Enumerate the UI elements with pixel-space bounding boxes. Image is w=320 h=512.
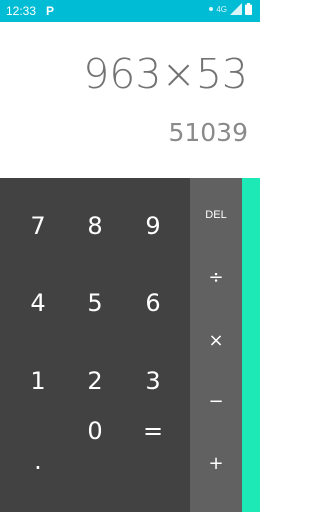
equals-button[interactable]: =: [124, 401, 182, 461]
digit-7-button[interactable]: 7: [9, 196, 67, 256]
number-keypad: 7 8 9 4 5 6 1 2 3 . 0 =: [0, 178, 190, 512]
signal-icon: [230, 3, 242, 15]
advanced-panel-handle[interactable]: [242, 178, 260, 512]
multiply-button[interactable]: ×: [190, 315, 242, 365]
network-type-label: 4G: [216, 4, 227, 14]
plus-button[interactable]: +: [190, 438, 242, 488]
status-bar: 12:33 P 4G: [0, 0, 260, 22]
digit-6-button[interactable]: 6: [124, 273, 182, 333]
digit-8-button[interactable]: 8: [66, 196, 124, 256]
digit-4-button[interactable]: 4: [9, 273, 67, 333]
expression-field[interactable]: 963×53: [83, 50, 248, 98]
status-time: 12:33: [6, 4, 37, 18]
result-preview: 51039: [168, 118, 248, 147]
battery-icon: [245, 3, 252, 15]
digit-5-button[interactable]: 5: [66, 273, 124, 333]
operator-pad: DEL ÷ × − +: [190, 178, 242, 512]
digit-0-button[interactable]: 0: [66, 401, 124, 461]
delete-button[interactable]: DEL: [190, 190, 242, 240]
digit-1-button[interactable]: 1: [9, 351, 67, 411]
calculator-display: 963×53 51039: [0, 22, 260, 178]
minus-button[interactable]: −: [190, 376, 242, 426]
notification-dot-icon: [209, 7, 214, 11]
parking-app-icon: P: [46, 4, 55, 18]
status-indicators: 4G: [209, 3, 252, 15]
divide-button[interactable]: ÷: [190, 252, 242, 302]
decimal-point-button[interactable]: .: [9, 431, 67, 491]
digit-9-button[interactable]: 9: [124, 196, 182, 256]
